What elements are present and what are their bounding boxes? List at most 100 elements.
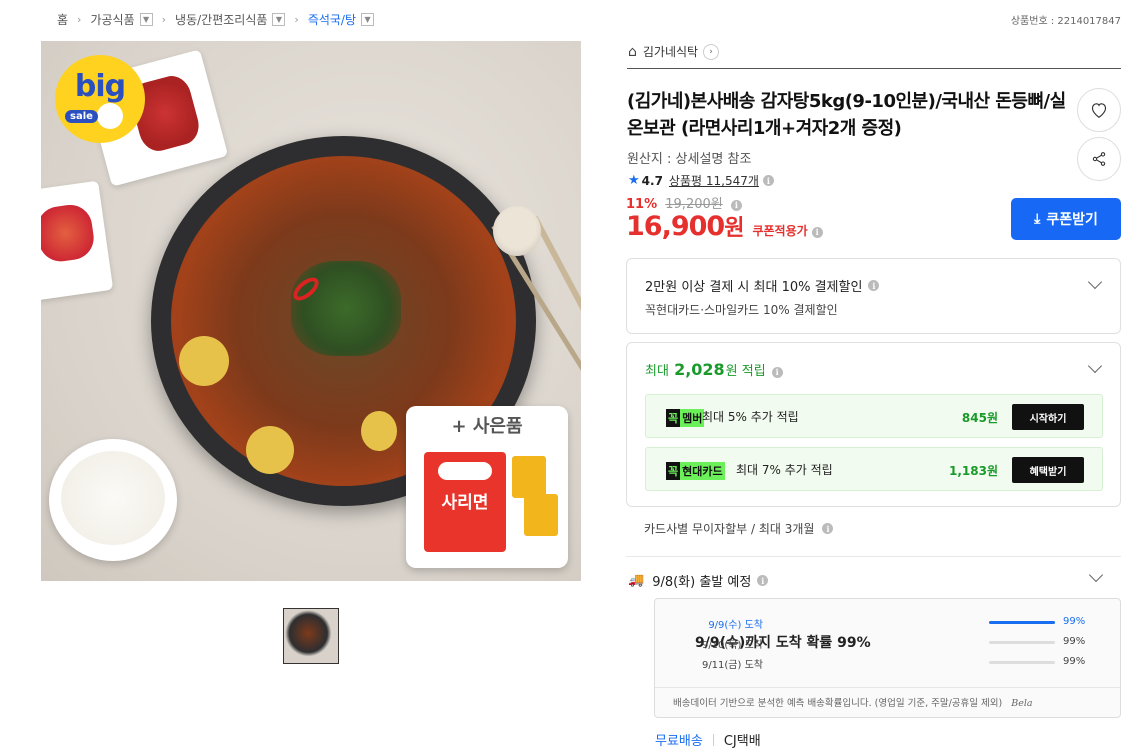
carrier-label: CJ택배 (723, 734, 761, 749)
badge-sale-text: sale (65, 110, 98, 123)
breadcrumb-label[interactable]: 홈 (57, 11, 68, 28)
points-panel[interactable]: 최대 2,028 원 적립 i 꼭 멤버 최대 5% 추가 적립 845원 시작… (626, 342, 1121, 507)
gift-card: + 사은품 사리면 (406, 406, 568, 568)
breadcrumb-label[interactable]: 즉석국/탕 (308, 11, 356, 28)
chevron-down-icon[interactable] (1087, 274, 1103, 290)
info-icon[interactable]: i (730, 199, 742, 211)
mustard-pack-image (524, 494, 558, 536)
chevron-down-icon[interactable] (1088, 567, 1104, 583)
price-number: 16,900 (626, 211, 725, 242)
card-tag: 꼭 현대카드 (666, 462, 725, 480)
points-row-description: 최대 7% 추가 적립 (736, 463, 833, 477)
breadcrumb-separator: › (77, 13, 82, 26)
chevron-right-icon[interactable]: › (703, 43, 720, 60)
chevron-down-icon[interactable]: ▼ (272, 13, 286, 26)
ramen-logo (438, 462, 492, 480)
divider (626, 556, 1121, 557)
divider (712, 733, 714, 746)
points-row-amount: 845원 (961, 411, 998, 425)
breadcrumb-category-1[interactable]: 가공식품 ▼ › (90, 11, 175, 28)
points-row-description: 최대 5% 추가 적립 (702, 410, 799, 424)
price-unit: 원 (724, 216, 745, 241)
breadcrumb-separator: › (161, 13, 167, 26)
coupon-download-button[interactable]: ⤓ 쿠폰받기 (1011, 198, 1121, 240)
spoon-image (493, 206, 541, 256)
points-row-amount: 1,183원 (949, 464, 998, 478)
info-icon[interactable]: i (771, 366, 783, 378)
probability-track (989, 641, 1055, 644)
card-discount-subtitle: 꼭현대카드·스마일카드 10% 결제할인 (645, 303, 838, 317)
arrival-date: 9/10(목) 도착 (701, 640, 763, 651)
points-amount: 2,028 (674, 360, 725, 379)
installment-text: 카드사별 무이자할부 / 최대 3개월 (644, 522, 815, 536)
product-main-image[interactable]: big sale + 사은품 사리면 (41, 41, 581, 581)
greens-image (291, 261, 401, 356)
installment-info: 카드사별 무이자할부 / 최대 3개월 i (644, 520, 834, 537)
seller-name[interactable]: 김가네식탁 (643, 43, 698, 60)
info-icon[interactable]: i (822, 523, 834, 534)
wishlist-button[interactable] (1077, 88, 1121, 132)
breadcrumb-separator: › (294, 13, 299, 26)
delivery-method: 무료배송 CJ택배 (655, 730, 761, 749)
chevron-down-icon[interactable]: ▼ (361, 13, 375, 26)
free-shipping-label[interactable]: 무료배송 (655, 730, 703, 749)
arrival-percent: 99% (1063, 616, 1086, 627)
chevron-down-icon[interactable]: ▼ (139, 13, 153, 26)
side-dish-image (41, 180, 114, 302)
card-discount-title: 2만원 이상 결제 시 최대 10% 결제할인 i (645, 276, 880, 295)
start-membership-button[interactable]: 시작하기 (1012, 404, 1084, 430)
potato-image (246, 426, 294, 474)
membership-tag: 꼭 멤버 (666, 409, 705, 427)
share-icon (1092, 152, 1106, 166)
ramen-package-image: 사리면 (424, 452, 506, 552)
tag-part: 멤버 (680, 409, 705, 427)
ramen-label: 사리면 (441, 493, 489, 513)
breadcrumb-category-2[interactable]: 냉동/간편조리식품 ▼ › (175, 11, 308, 28)
download-icon: ⤓ (1034, 211, 1041, 227)
heart-icon (1091, 103, 1107, 118)
card-discount-title-text: 2만원 이상 결제 시 최대 10% 결제할인 (645, 280, 863, 295)
points-suffix: 원 적립 (725, 364, 766, 379)
potato-image (361, 411, 397, 451)
share-button[interactable] (1077, 137, 1121, 181)
tag-part: 꼭 (666, 409, 681, 427)
info-icon[interactable]: i (868, 280, 880, 291)
estimate-note-text: 배송데이터 기반으로 분석한 예측 배송확률입니다. (영업일 기준, 주말/공… (673, 698, 1003, 709)
probability-track (989, 621, 1055, 624)
breadcrumb-home[interactable]: 홈 › (57, 11, 90, 28)
points-row: 꼭 멤버 최대 5% 추가 적립 845원 시작하기 (645, 394, 1103, 438)
breadcrumb-label[interactable]: 냉동/간편조리식품 (175, 11, 267, 28)
star-icon: ★ (628, 173, 640, 188)
arrival-percent: 99% (1063, 636, 1086, 647)
mustard-pack-image (512, 456, 546, 498)
estimate-note: 배송데이터 기반으로 분석한 예측 배송확률입니다. (영업일 기준, 주말/공… (673, 695, 1033, 709)
thumbnail-image[interactable] (283, 608, 339, 664)
shipping-departure: 🚚 9/8(화) 출발 예정 i (628, 571, 769, 590)
info-icon[interactable]: i (757, 575, 769, 586)
review-count-link[interactable]: 상품평 11,547개 (669, 172, 759, 189)
breadcrumb-category-3[interactable]: 즉석국/탕 ▼ (308, 11, 375, 28)
origin-info: 원산지 : 상세설명 참조 (627, 152, 752, 167)
get-benefit-button[interactable]: 혜택받기 (1012, 457, 1084, 483)
breadcrumb: 홈 › 가공식품 ▼ › 냉동/간편조리식품 ▼ › 즉석국/탕 ▼ (57, 11, 375, 28)
info-icon[interactable]: i (762, 175, 774, 186)
bunny-icon (97, 103, 123, 129)
card-discount-panel[interactable]: 2만원 이상 결제 시 최대 10% 결제할인 i 꼭현대카드·스마일카드 10… (626, 258, 1121, 334)
big-sale-badge: big sale (55, 55, 145, 143)
rating-summary: ★ 4.7 상품평 11,547개 i (628, 172, 774, 189)
potato-image (179, 336, 229, 386)
info-icon[interactable]: i (811, 226, 823, 238)
rating-score: 4.7 (641, 173, 663, 188)
product-number: 상품번호 : 2214017847 (1010, 16, 1121, 27)
breadcrumb-label[interactable]: 가공식품 (90, 11, 134, 28)
gift-label: + 사은품 (451, 416, 523, 437)
arrival-date: 9/11(금) 도착 (701, 660, 763, 671)
badge-big-text: big (74, 69, 126, 104)
seller-link[interactable]: ⌂ 김가네식탁 › (628, 43, 720, 60)
chevron-down-icon[interactable] (1087, 358, 1103, 374)
points-prefix: 최대 (645, 364, 669, 379)
delivery-estimate-panel: 9/9(수)까지 도착 확률 99% 9/9(수) 도착 99% 9/10(목)… (654, 598, 1121, 718)
sale-price: 16,900 원 쿠폰적용가 i (626, 210, 823, 242)
product-title: (김가네)본사배송 감자탕5kg(9-10인분)/국내산 돈등뼈/실온보관 (라… (627, 91, 1066, 139)
probability-fill (989, 621, 1055, 624)
